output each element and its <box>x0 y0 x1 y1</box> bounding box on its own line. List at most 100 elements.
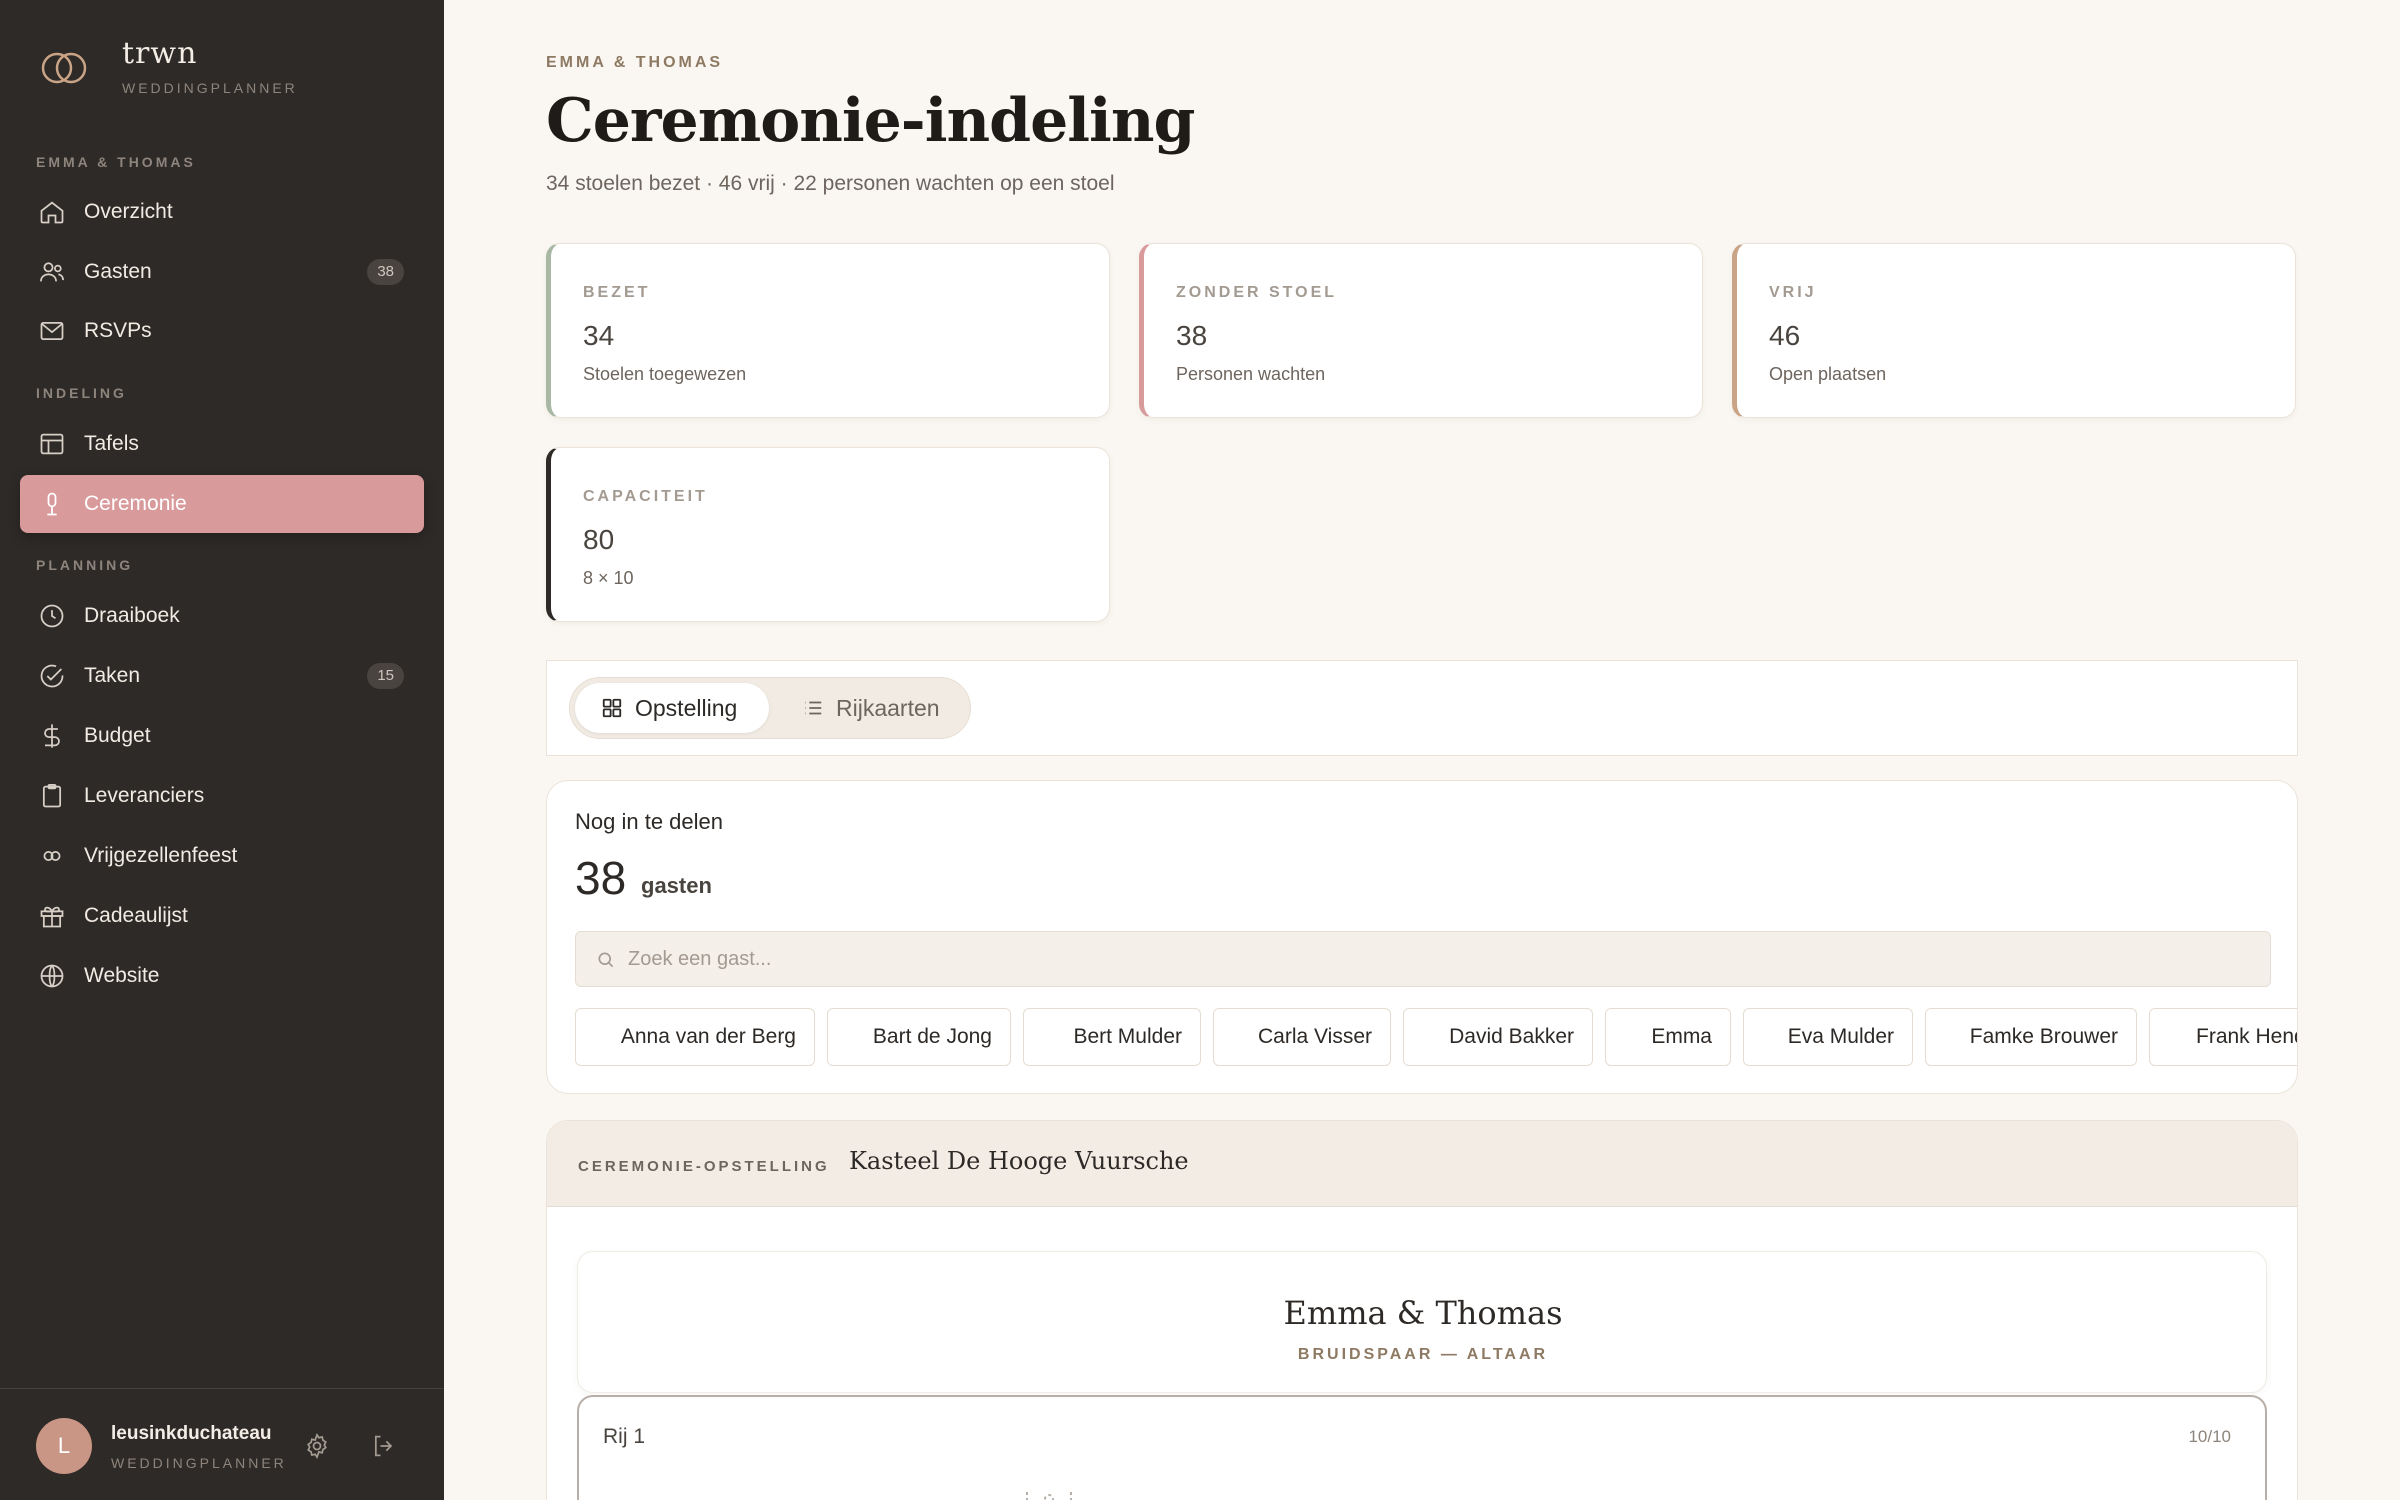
clipboard-icon <box>42 784 62 808</box>
altar-label: BRUIDSPAAR — ALTAAR <box>1297 1346 1549 1363</box>
rings-logo-icon <box>41 52 87 84</box>
sidebar-item-label: Gasten <box>84 260 152 283</box>
sidebar-item-rsvps[interactable]: RSVPs <box>20 302 424 360</box>
unassigned-count-label: gasten <box>641 873 712 898</box>
guest-chip[interactable]: Famke Brouwer <box>1925 1008 2137 1066</box>
couple-eyebrow: EMMA & THOMAS <box>546 54 724 71</box>
ceremony-layout-panel: CEREMONIE-OPSTELLING Kasteel De Hooge Vu… <box>546 1120 2298 1500</box>
sidebar-item-label: Ceremonie <box>84 492 187 515</box>
sidebar-item-tafels[interactable]: Tafels <box>20 415 424 473</box>
gear-icon[interactable] <box>303 1432 331 1460</box>
sidebar-item-label: Tafels <box>84 432 139 455</box>
altar-card: Emma & Thomas BRUIDSPAAR — ALTAAR <box>577 1251 2267 1393</box>
stat-card-bezet: BEZET 34 Stoelen toegewezen <box>546 243 1110 418</box>
guests-count-badge: 38 <box>367 259 404 285</box>
guest-chip[interactable]: David Bakker <box>1403 1008 1593 1066</box>
mail-icon <box>40 321 64 341</box>
couple-names: Emma & Thomas <box>1283 1294 1563 1332</box>
sidebar-item-taken[interactable]: Taken 15 <box>20 647 424 705</box>
table-layout-icon <box>40 433 64 455</box>
stat-card-vrij: VRIJ 46 Open plaatsen <box>1732 243 2296 418</box>
sidebar-item-ceremonie[interactable]: Ceremonie <box>20 475 424 533</box>
sidebar-user-footer: L leusinkduchateau WEDDINGPLANNER <box>0 1388 444 1500</box>
sidebar-item-label: Taken <box>84 664 141 687</box>
stat-label: BEZET <box>583 284 651 301</box>
search-icon <box>598 952 614 968</box>
stat-label: CAPACITEIT <box>583 488 708 505</box>
sidebar-item-leveranciers[interactable]: Leveranciers <box>20 767 424 825</box>
ceremony-label: CEREMONIE-OPSTELLING <box>578 1158 830 1175</box>
stat-label: VRIJ <box>1769 284 1817 301</box>
check-circle-icon <box>40 664 64 688</box>
globe-icon <box>40 964 64 988</box>
guest-chip[interactable]: Emma <box>1605 1008 1731 1066</box>
search-input[interactable] <box>628 932 2228 986</box>
tasks-count-badge: 15 <box>367 663 404 689</box>
tab-opstelling[interactable]: Opstelling <box>575 683 769 733</box>
sidebar-item-website[interactable]: Website <box>20 947 424 1005</box>
stat-label: ZONDER STOEL <box>1176 284 1338 301</box>
sidebar: trwn WEDDINGPLANNER EMMA & THOMAS Overzi… <box>0 0 444 1500</box>
stat-value: 46 <box>1769 320 1801 351</box>
brand-subtitle: WEDDINGPLANNER <box>122 80 298 96</box>
microphone-icon <box>47 492 57 516</box>
clock-icon <box>40 604 64 628</box>
unassigned-guests-panel: Nog in te delen 38 gasten Anna van der B… <box>546 780 2298 1094</box>
guest-chip[interactable]: Eva Mulder <box>1743 1008 1913 1066</box>
guest-chip[interactable]: Frank Hendriks <box>2149 1008 2297 1066</box>
sidebar-item-draaiboek[interactable]: Draaiboek <box>20 587 424 645</box>
brand-logo[interactable]: trwn WEDDINGPLANNER <box>36 30 298 96</box>
sidebar-item-label: Cadeaulijst <box>84 904 188 927</box>
guest-search <box>575 931 2271 987</box>
sidebar-item-budget[interactable]: Budget <box>20 707 424 765</box>
view-toggle-bar: Opstelling Rijkaarten <box>546 660 2298 756</box>
sidebar-item-cadeaulijst[interactable]: Cadeaulijst <box>20 887 424 945</box>
dollar-icon <box>44 724 60 748</box>
list-icon <box>805 701 822 715</box>
guest-chip[interactable]: Carla Visser <box>1213 1008 1391 1066</box>
guest-chip[interactable]: Bert Mulder <box>1023 1008 1201 1066</box>
page-subtitle: 34 stoelen bezet · 46 vrij · 22 personen… <box>546 172 1115 195</box>
avatar[interactable]: L <box>36 1418 92 1474</box>
guest-chip-list: Anna van der Berg Bart de Jong Bert Muld… <box>575 1008 2297 1068</box>
stat-sub: Personen wachten <box>1176 364 1326 384</box>
ceremony-header: CEREMONIE-OPSTELLING Kasteel De Hooge Vu… <box>547 1121 2297 1207</box>
brand-name: trwn <box>122 36 198 71</box>
stat-sub: Open plaatsen <box>1769 364 1887 384</box>
users-icon <box>40 262 64 282</box>
ceremony-row[interactable]: Rij 1 10/10 <box>577 1395 2267 1500</box>
tab-label: Rijkaarten <box>836 694 940 721</box>
sidebar-item-label: RSVPs <box>84 319 152 342</box>
tab-rijkaarten[interactable]: Rijkaarten <box>770 683 968 733</box>
sidebar-item-label: Budget <box>84 724 151 747</box>
guest-chip[interactable]: Anna van der Berg <box>575 1008 815 1066</box>
infinity-icon <box>43 851 61 861</box>
stat-sub: Stoelen toegewezen <box>583 364 747 384</box>
sidebar-item-label: Website <box>84 964 160 987</box>
sidebar-item-label: Leveranciers <box>84 784 205 807</box>
stat-value: 80 <box>583 524 615 555</box>
grid-icon <box>602 698 622 718</box>
row-label: Rij 1 <box>603 1425 646 1448</box>
home-icon <box>40 201 64 224</box>
sidebar-item-label: Draaiboek <box>84 604 180 627</box>
view-toggle: Opstelling Rijkaarten <box>569 677 971 739</box>
seat-icon[interactable] <box>1019 1485 1079 1500</box>
page-title: Ceremonie-indeling <box>546 86 1195 156</box>
tab-label: Opstelling <box>635 694 738 721</box>
stat-card-capaciteit: CAPACITEIT 80 8 × 10 <box>546 447 1110 622</box>
gift-icon <box>40 906 64 928</box>
stat-sub: 8 × 10 <box>583 568 634 588</box>
row-seat-count: 10/10 <box>2188 1427 2231 1446</box>
sidebar-item-vrijgezellenfeest[interactable]: Vrijgezellenfeest <box>20 827 424 885</box>
guest-chip[interactable]: Bart de Jong <box>827 1008 1011 1066</box>
sidebar-item-gasten[interactable]: Gasten 38 <box>20 243 424 301</box>
unassigned-title: Nog in te delen <box>575 809 723 834</box>
sidebar-item-overzicht[interactable]: Overzicht <box>20 183 424 241</box>
stat-value: 38 <box>1176 320 1208 351</box>
stat-card-zonder-stoel: ZONDER STOEL 38 Personen wachten <box>1139 243 1703 418</box>
sidebar-section-indeling: INDELING <box>36 385 127 401</box>
user-name: leusinkduchateau <box>111 1423 272 1444</box>
sidebar-item-label: Vrijgezellenfeest <box>84 844 238 867</box>
logout-icon[interactable] <box>370 1432 398 1460</box>
